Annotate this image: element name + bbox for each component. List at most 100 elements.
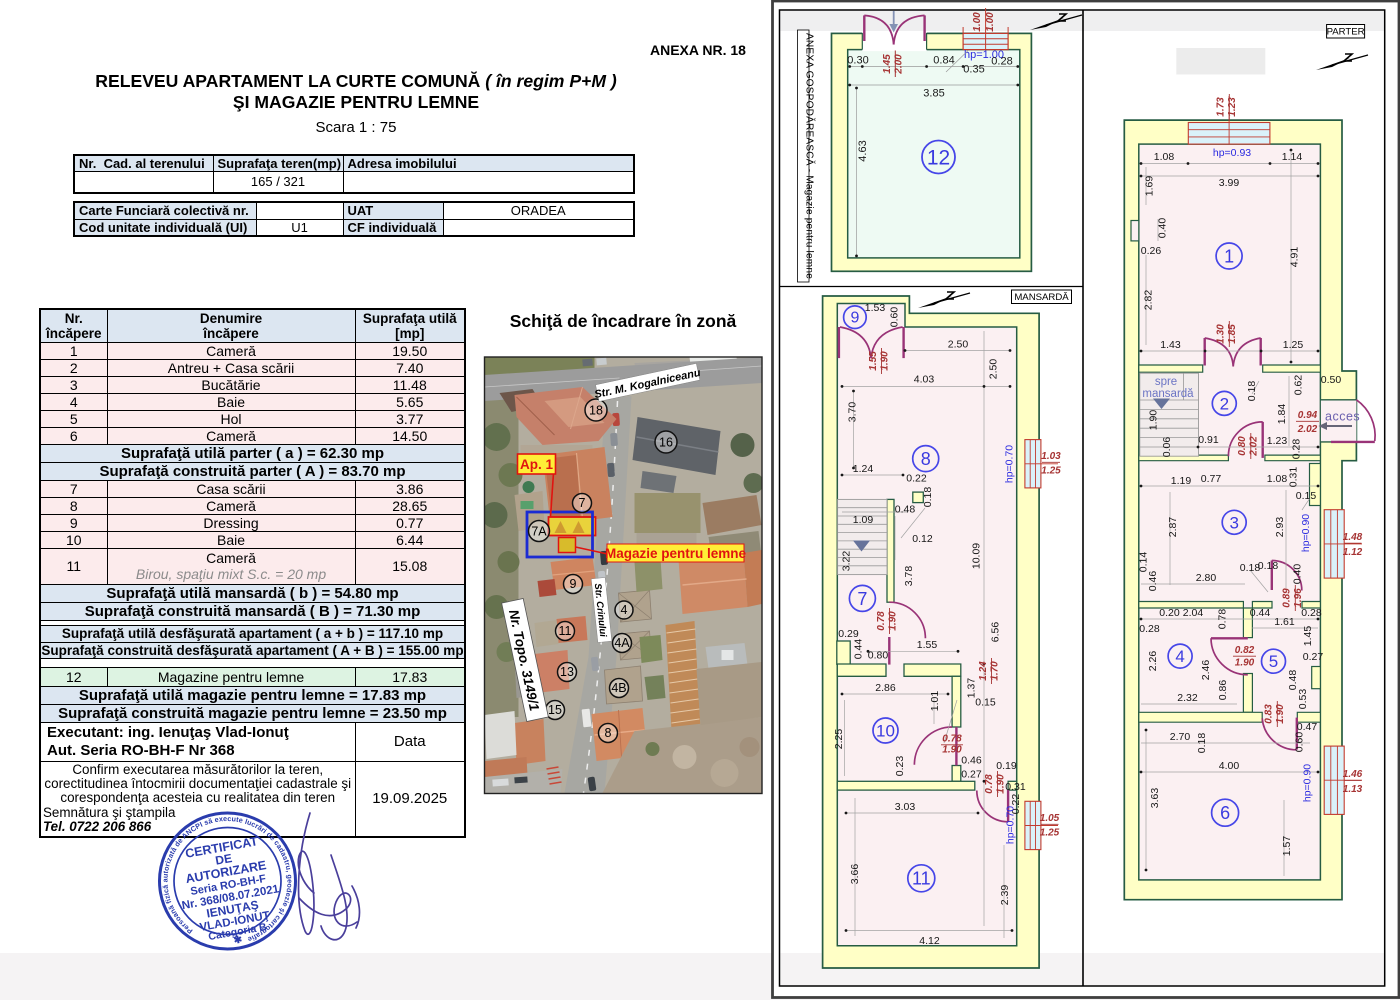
svg-text:0.78: 0.78 xyxy=(1217,609,1229,630)
svg-text:1: 1 xyxy=(1224,246,1234,266)
svg-text:0.53: 0.53 xyxy=(1297,689,1309,710)
svg-text:4: 4 xyxy=(1175,647,1184,666)
svg-text:0.89: 0.89 xyxy=(1282,588,1293,608)
svg-text:0.18: 0.18 xyxy=(922,487,934,508)
svg-text:0.78: 0.78 xyxy=(984,774,995,794)
svg-text:1.08: 1.08 xyxy=(1154,151,1175,163)
svg-text:0.18: 0.18 xyxy=(1258,560,1279,572)
svg-text:0.22: 0.22 xyxy=(906,473,927,485)
svg-text:0.83: 0.83 xyxy=(1264,704,1275,724)
svg-text:0.29: 0.29 xyxy=(838,628,859,640)
svg-text:acces: acces xyxy=(1325,410,1360,424)
svg-text:11: 11 xyxy=(559,624,572,638)
svg-text:1.45: 1.45 xyxy=(882,54,893,74)
svg-text:0.78: 0.78 xyxy=(942,734,962,745)
svg-text:0.28: 0.28 xyxy=(1139,623,1160,635)
svg-text:0.20: 0.20 xyxy=(1159,607,1180,619)
svg-text:0.15: 0.15 xyxy=(1296,490,1317,502)
svg-text:3.70: 3.70 xyxy=(847,402,859,423)
svg-text:2.70: 2.70 xyxy=(1170,731,1191,743)
svg-text:hp=0.70: hp=0.70 xyxy=(1005,806,1017,844)
svg-text:3.66: 3.66 xyxy=(849,864,861,885)
svg-text:0.35: 0.35 xyxy=(963,64,984,76)
svg-text:2.93: 2.93 xyxy=(1274,517,1286,538)
svg-text:2.02: 2.02 xyxy=(1249,436,1260,457)
svg-text:16: 16 xyxy=(659,436,673,450)
svg-text:7: 7 xyxy=(579,496,586,510)
svg-text:hp=0.93: hp=0.93 xyxy=(1213,147,1251,159)
svg-text:12: 12 xyxy=(927,147,950,170)
svg-text:11: 11 xyxy=(912,869,931,889)
svg-text:0.46: 0.46 xyxy=(1147,571,1159,592)
svg-text:6.56: 6.56 xyxy=(990,622,1002,643)
svg-text:1.09: 1.09 xyxy=(853,514,874,526)
svg-text:0.77: 0.77 xyxy=(1201,473,1222,485)
svg-text:0.40: 0.40 xyxy=(1157,218,1169,239)
svg-text:2.82: 2.82 xyxy=(1143,290,1155,311)
svg-text:0.60: 0.60 xyxy=(889,307,901,328)
svg-text:mansardă: mansardă xyxy=(1142,388,1194,400)
svg-text:1.96: 1.96 xyxy=(1293,588,1304,608)
svg-text:4.63: 4.63 xyxy=(857,140,869,161)
svg-text:0.23: 0.23 xyxy=(894,756,906,777)
svg-text:0.18: 0.18 xyxy=(1246,381,1258,402)
svg-text:3.78: 3.78 xyxy=(903,566,915,587)
svg-text:0.27: 0.27 xyxy=(1303,651,1324,663)
svg-text:2: 2 xyxy=(1220,394,1229,413)
svg-text:0.44: 0.44 xyxy=(1250,607,1271,619)
svg-text:9: 9 xyxy=(570,577,577,591)
svg-text:3.85: 3.85 xyxy=(923,88,944,100)
svg-text:6: 6 xyxy=(1220,803,1230,823)
svg-text:ANEXA GOSPODĂREASCĂ - Magazie: ANEXA GOSPODĂREASCĂ - Magazie pentru lem… xyxy=(804,33,817,279)
svg-text:1.90: 1.90 xyxy=(1235,658,1255,669)
svg-text:1.73: 1.73 xyxy=(1216,97,1227,117)
svg-text:1.48: 1.48 xyxy=(1343,532,1363,543)
svg-text:0.18: 0.18 xyxy=(1196,733,1208,754)
svg-text:1.25: 1.25 xyxy=(1040,828,1060,839)
svg-text:8: 8 xyxy=(921,449,931,469)
svg-text:0.48: 0.48 xyxy=(895,504,916,516)
svg-text:hp=0.90: hp=0.90 xyxy=(1300,514,1312,552)
svg-text:3.99: 3.99 xyxy=(1219,177,1240,189)
svg-text:1.84: 1.84 xyxy=(1276,404,1288,425)
svg-text:0.28: 0.28 xyxy=(991,56,1012,68)
svg-text:1.05: 1.05 xyxy=(1040,813,1060,824)
svg-text:4: 4 xyxy=(621,603,628,617)
svg-text:0.80: 0.80 xyxy=(868,650,889,662)
svg-text:2.46: 2.46 xyxy=(1200,660,1212,681)
svg-text:0.80: 0.80 xyxy=(1237,436,1248,456)
svg-text:9: 9 xyxy=(850,310,859,327)
svg-text:3.22: 3.22 xyxy=(841,551,853,572)
svg-text:1.08: 1.08 xyxy=(1267,473,1288,485)
svg-text:0.31: 0.31 xyxy=(1005,781,1026,793)
svg-text:1.00: 1.00 xyxy=(972,12,983,32)
svg-text:0.82: 0.82 xyxy=(1235,645,1255,656)
svg-text:2.02: 2.02 xyxy=(1297,424,1318,435)
svg-text:1.37: 1.37 xyxy=(966,678,978,699)
svg-text:0.27: 0.27 xyxy=(961,769,982,781)
svg-text:0.14: 0.14 xyxy=(1138,552,1150,573)
svg-text:PARTER: PARTER xyxy=(1327,27,1365,38)
svg-text:0.12: 0.12 xyxy=(912,533,933,545)
svg-text:0.28: 0.28 xyxy=(1301,607,1322,619)
svg-text:spre: spre xyxy=(1155,376,1177,388)
svg-text:1.46: 1.46 xyxy=(1343,769,1363,780)
svg-text:1.23: 1.23 xyxy=(1267,435,1288,447)
svg-text:1.23: 1.23 xyxy=(1227,97,1238,117)
svg-text:0.94: 0.94 xyxy=(1298,410,1318,421)
svg-text:1.13: 1.13 xyxy=(1343,784,1363,795)
svg-text:1.69: 1.69 xyxy=(1144,176,1156,197)
svg-text:1.55: 1.55 xyxy=(917,639,938,651)
svg-text:1.19: 1.19 xyxy=(1171,475,1192,487)
svg-text:2.80: 2.80 xyxy=(1196,572,1217,584)
svg-text:0.26: 0.26 xyxy=(1141,245,1162,257)
svg-text:4B: 4B xyxy=(611,681,626,695)
svg-text:1.90: 1.90 xyxy=(1275,704,1286,724)
svg-text:15: 15 xyxy=(548,703,562,717)
svg-text:1.90: 1.90 xyxy=(1148,410,1160,431)
svg-text:0.40: 0.40 xyxy=(1292,564,1304,585)
svg-text:0.46: 0.46 xyxy=(961,755,982,767)
svg-text:1.25: 1.25 xyxy=(1283,339,1304,351)
svg-text:0.47: 0.47 xyxy=(1297,721,1318,733)
svg-text:3.03: 3.03 xyxy=(895,801,916,813)
